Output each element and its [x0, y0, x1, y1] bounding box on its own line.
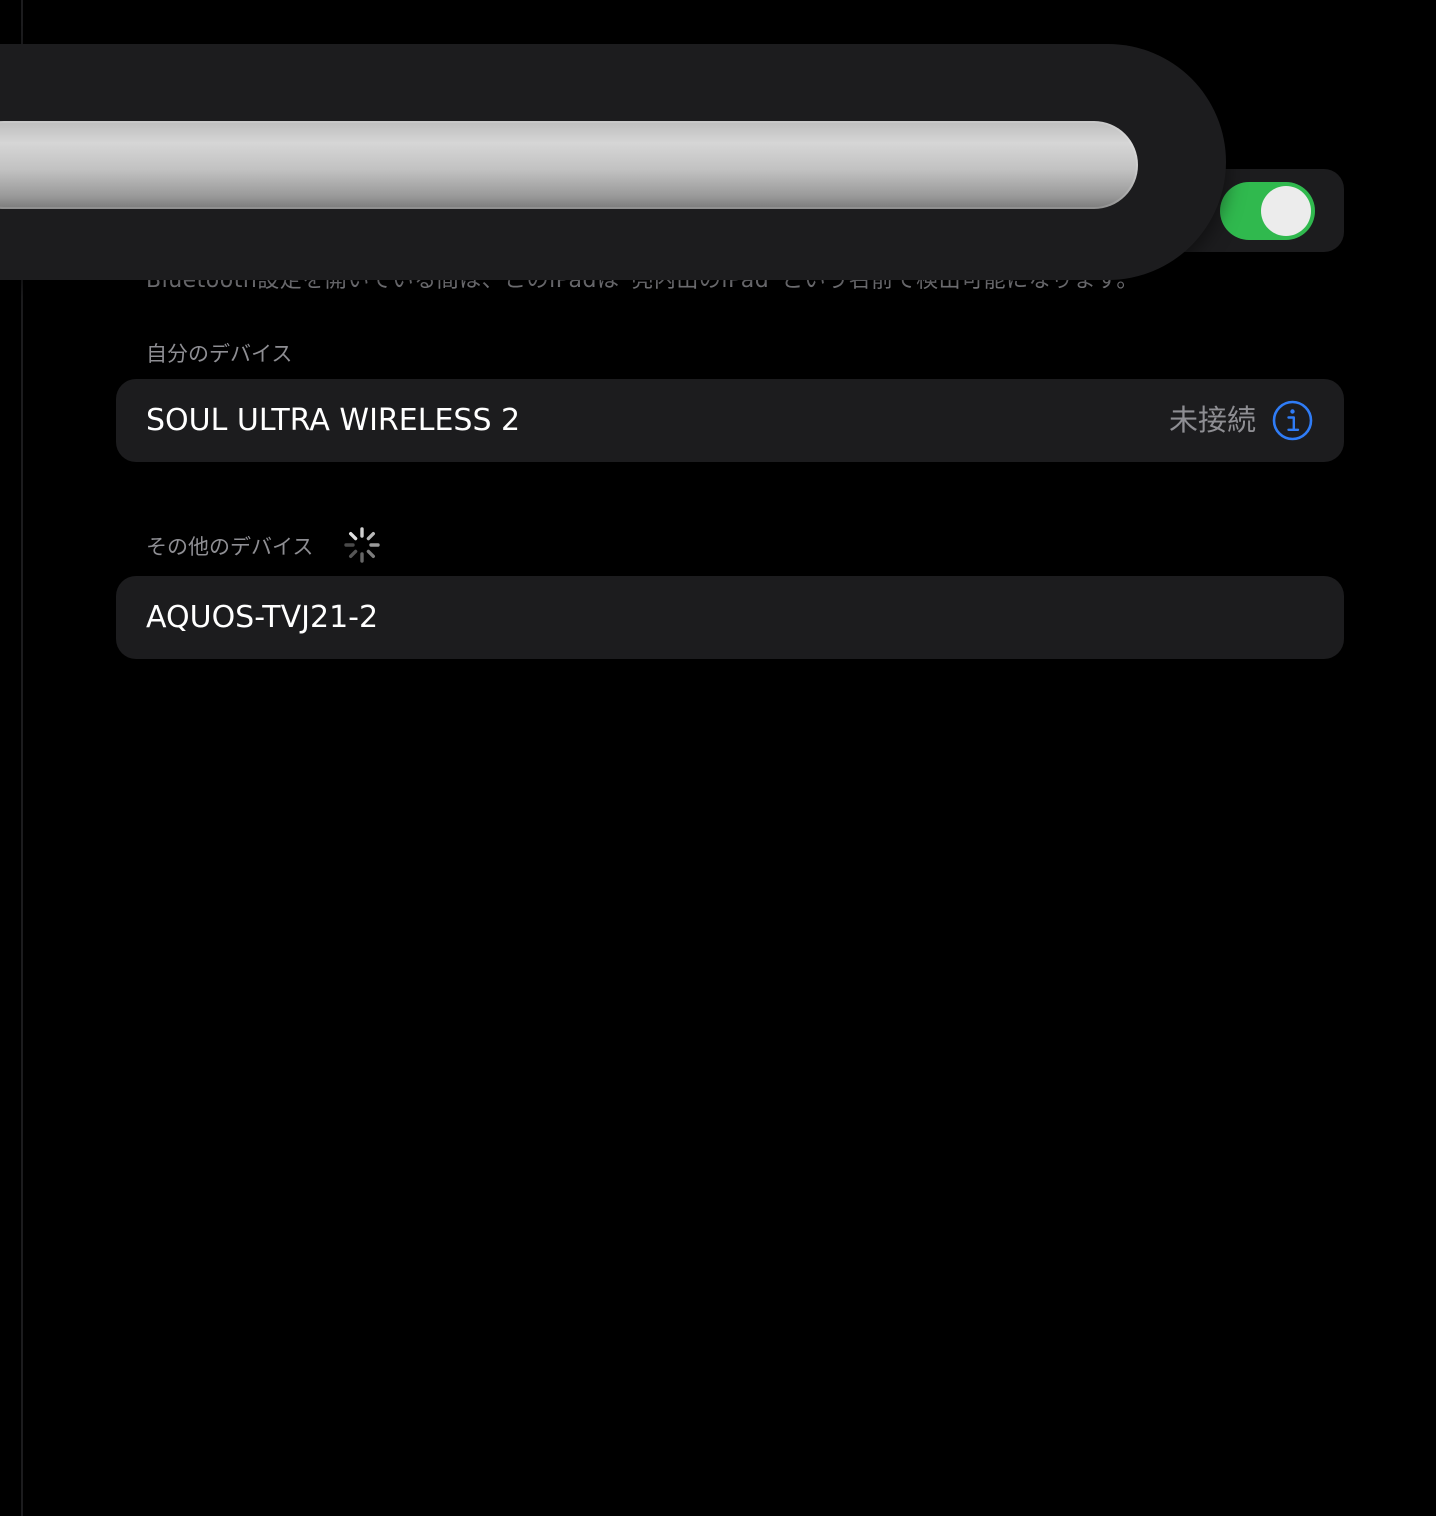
- bluetooth-settings-screen: Bluetooth設定を開いている間は、このiPadは“亮内出のiPad”という…: [0, 0, 1436, 1516]
- other-devices-header: その他のデバイス: [146, 535, 314, 559]
- toggle-knob: [1261, 186, 1311, 236]
- device-status: 未接続: [1168, 403, 1256, 437]
- my-devices-header: 自分のデバイス: [146, 342, 293, 366]
- info-circle-icon[interactable]: [1272, 400, 1313, 441]
- bluetooth-toggle[interactable]: [1220, 182, 1315, 240]
- device-name: AQUOS-TVJ21-2: [146, 600, 379, 635]
- device-name: SOUL ULTRA WIRELESS 2: [146, 403, 521, 438]
- device-row-aquos[interactable]: AQUOS-TVJ21-2: [116, 576, 1344, 659]
- activity-spinner-icon: [344, 527, 380, 563]
- pencil-image: [0, 121, 1138, 209]
- device-row-soul-ultra[interactable]: SOUL ULTRA WIRELESS 2 未接続: [116, 379, 1344, 462]
